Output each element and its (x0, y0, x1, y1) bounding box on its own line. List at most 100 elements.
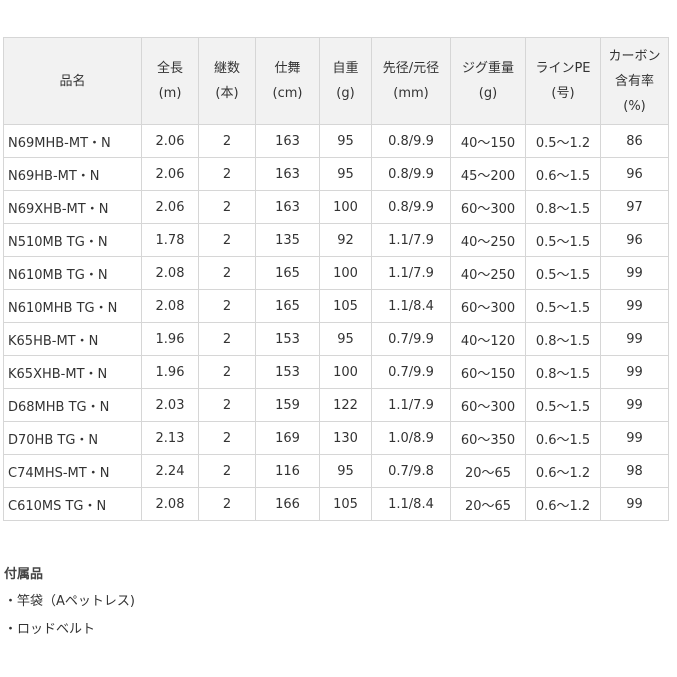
table-cell: 165 (255, 256, 320, 290)
table-cell: 95 (319, 322, 372, 356)
table-cell: 99 (600, 421, 669, 455)
table-cell: 95 (319, 124, 372, 158)
product-name-cell: C610MS TG・N (3, 487, 142, 521)
column-header-line: 仕舞 (274, 61, 301, 76)
column-header: 自重 (g) (319, 37, 372, 125)
table-row: N510MB TG・N 1.78 2 135 92 1.1/7.9 40〜250 0.5〜1.… (3, 223, 669, 257)
table-cell: 1.1/8.4 (371, 289, 451, 323)
product-name-cell: N610MB TG・N (3, 256, 142, 290)
table-cell: 2 (198, 355, 256, 389)
column-header-line: 全長 (156, 61, 183, 76)
table-cell: 0.6〜1.2 (525, 454, 601, 488)
column-header: ジグ重量 (g) (450, 37, 526, 125)
table-cell: 60〜350 (450, 421, 526, 455)
table-cell: 60〜150 (450, 355, 526, 389)
column-header: ラインPE (号) (525, 37, 601, 125)
table-cell: 97 (600, 190, 669, 224)
table-cell: 40〜250 (450, 256, 526, 290)
table-cell: 0.5〜1.5 (525, 388, 601, 422)
table-cell: 99 (600, 322, 669, 356)
table-cell: 122 (319, 388, 372, 422)
table-cell: 99 (600, 289, 669, 323)
table-cell: 0.6〜1.5 (525, 421, 601, 455)
table-cell: 2 (198, 223, 256, 257)
table-cell: 1.96 (141, 355, 199, 389)
table-row: D68MHB TG・N 2.03 2 159 122 1.1/7.9 60〜300 0.5〜1… (3, 388, 669, 422)
table-cell: 105 (319, 487, 372, 521)
accessory-item: ・竿袋（Aペットレス) (4, 594, 135, 609)
table-row: N69MHB-MT・N 2.06 2 163 95 0.8/9.9 40〜150 0.5〜1.… (3, 124, 669, 158)
column-header-line: (号) (551, 86, 575, 101)
table-cell: 2.08 (141, 487, 199, 521)
table-cell: 2 (198, 454, 256, 488)
column-header-line: (cm) (272, 86, 303, 101)
table-cell: 2.08 (141, 256, 199, 290)
table-cell: 95 (319, 454, 372, 488)
table-cell: 2.06 (141, 157, 199, 191)
table-cell: 2.08 (141, 289, 199, 323)
column-header-line: ラインPE (535, 61, 591, 76)
product-name-cell: N510MB TG・N (3, 223, 142, 257)
table-cell: 1.1/7.9 (371, 256, 451, 290)
table-cell: 99 (600, 487, 669, 521)
table-cell: 0.6〜1.2 (525, 487, 601, 521)
product-name-cell: N610MHB TG・N (3, 289, 142, 323)
product-name-cell: D70HB TG・N (3, 421, 142, 455)
column-header-line: 品名 (59, 73, 86, 89)
table-row: K65XHB-MT・N 1.96 2 153 100 0.7/9.9 60〜150 0.8〜1… (3, 355, 669, 389)
table-cell: 153 (255, 322, 320, 356)
accessory-item: ・ロッドベルト (4, 622, 96, 637)
table-row: N610MB TG・N 2.08 2 165 100 1.1/7.9 40〜250 0.5〜1… (3, 256, 669, 290)
table-cell: 40〜250 (450, 223, 526, 257)
table-cell: 2 (198, 388, 256, 422)
table-cell: 0.7/9.8 (371, 454, 451, 488)
table-cell: 0.8〜1.5 (525, 355, 601, 389)
table-cell: 20〜65 (450, 454, 526, 488)
table-cell: 163 (255, 124, 320, 158)
column-header-line: カーボン (608, 48, 661, 64)
table-cell: 0.8/9.9 (371, 124, 451, 158)
table-cell: 2.06 (141, 190, 199, 224)
table-cell: 166 (255, 487, 320, 521)
table-cell: 0.7/9.9 (371, 355, 451, 389)
table-cell: 0.6〜1.5 (525, 157, 601, 191)
table-cell: 0.5〜1.5 (525, 289, 601, 323)
table-cell: 2 (198, 256, 256, 290)
table-cell: 100 (319, 355, 372, 389)
table-cell: 0.5〜1.2 (525, 124, 601, 158)
table-cell: 0.8〜1.5 (525, 322, 601, 356)
product-name-cell: N69MHB-MT・N (3, 124, 142, 158)
table-row: N69XHB-MT・N 2.06 2 163 100 0.8/9.9 60〜300 0.8〜1… (3, 190, 669, 224)
table-cell: 95 (319, 157, 372, 191)
table-cell: 40〜120 (450, 322, 526, 356)
table-cell: 2.24 (141, 454, 199, 488)
table-cell: 1.1/7.9 (371, 388, 451, 422)
table-cell: 163 (255, 157, 320, 191)
table-cell: 40〜150 (450, 124, 526, 158)
table-cell: 45〜200 (450, 157, 526, 191)
table-cell: 99 (600, 388, 669, 422)
table-cell: 105 (319, 289, 372, 323)
column-header-line: (%) (623, 98, 646, 114)
table-cell: 2 (198, 322, 256, 356)
table-cell: 98 (600, 454, 669, 488)
table-cell: 96 (600, 223, 669, 257)
table-cell: 2.06 (141, 124, 199, 158)
column-header: 仕舞 (cm) (255, 37, 320, 125)
table-cell: 2 (198, 421, 256, 455)
table-cell: 2 (198, 190, 256, 224)
table-cell: 1.1/7.9 (371, 223, 451, 257)
table-cell: 2 (198, 124, 256, 158)
column-header-line: ジグ重量 (461, 61, 514, 76)
table-cell: 2.13 (141, 421, 199, 455)
accessories-list: ・竿袋（Aペットレス) ・ロッドベルト (4, 592, 135, 648)
column-header: 全長 (m) (141, 37, 199, 125)
table-cell: 86 (600, 124, 669, 158)
table-cell: 60〜300 (450, 388, 526, 422)
table-cell: 163 (255, 190, 320, 224)
table-row: K65HB-MT・N 1.96 2 153 95 0.7/9.9 40〜120 0.8〜1.5… (3, 322, 669, 356)
column-header-line: (g) (336, 86, 355, 101)
column-header: カーボン 含有率 (%) (600, 37, 669, 125)
column-header: 品名 (3, 37, 142, 125)
table-row: N610MHB TG・N 2.08 2 165 105 1.1/8.4 60〜300 0.5〜… (3, 289, 669, 323)
